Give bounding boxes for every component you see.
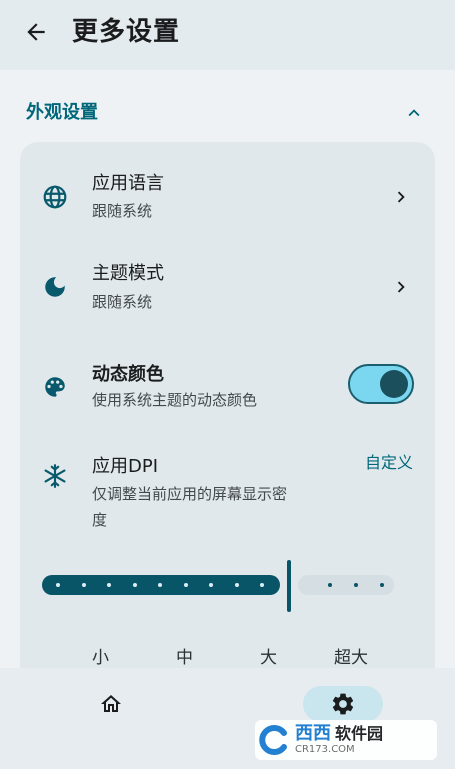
watermark-url: CR173.COM [295,744,355,755]
nav-home[interactable] [71,686,151,722]
dpi-custom-link[interactable]: 自定义 [365,451,413,475]
chevron-up-icon [408,109,420,117]
slider-tick [209,583,213,587]
watermark-name: 软件园 [335,724,384,743]
size-label-large: 大 [260,648,277,668]
watermark-logo: 西西 软件园 CR173.COM [255,720,437,760]
chevron-right-icon [389,185,413,209]
slider-handle[interactable] [287,560,291,612]
snowflake-icon [40,461,70,491]
section-header-appearance[interactable]: 外观设置 [0,92,455,132]
gear-icon [332,693,354,715]
arrow-back-icon [27,23,45,41]
setting-subtitle: 跟随系统 [92,202,153,220]
slider-tick [260,583,264,587]
page-title: 更多设置 [72,17,181,47]
setting-subtitle: 使用系统主题的动态颜色 [92,391,258,409]
setting-app-language[interactable]: 应用语言 跟随系统 [20,142,435,232]
slider-tick [380,583,384,587]
setting-subtitle-line1: 仅调整当前应用的屏幕显示密 [92,485,288,503]
nav-settings[interactable] [303,686,383,722]
slider-tick [107,583,111,587]
dynamic-color-toggle[interactable] [348,364,414,404]
setting-subtitle-line2: 度 [92,511,108,529]
section-title: 外观设置 [26,102,98,123]
size-label-xlarge: 超大 [334,648,368,668]
size-label-medium: 中 [176,648,193,668]
toggle-knob [380,370,408,398]
setting-title: 动态颜色 [92,364,164,385]
slider-tick [183,583,188,587]
dpi-slider[interactable] [42,560,412,620]
setting-theme-mode[interactable]: 主题模式 跟随系统 [20,232,435,322]
watermark-brand: 西西 [295,723,331,744]
chevron-right-icon [389,275,413,299]
palette-icon [40,372,70,402]
setting-subtitle: 跟随系统 [92,293,153,311]
app-root: 更多设置 外观设置 应用语言 跟随系统 主题模式 跟随系统 动态颜色 使用系统主… [0,0,455,769]
slider-tick [234,583,239,587]
slider-tick [354,583,358,587]
slider-tick [81,583,86,587]
slider-tick [56,583,60,587]
top-app-bar: 更多设置 [0,0,455,70]
size-label-small: 小 [92,648,109,668]
back-button[interactable] [18,14,54,50]
setting-title: 主题模式 [92,263,164,284]
settings-content: 外观设置 应用语言 跟随系统 主题模式 跟随系统 动态颜色 使用系统主题的动态颜… [0,70,455,668]
setting-title: 应用DPI [92,456,159,477]
watermark-c-icon [255,720,295,760]
setting-title: 应用语言 [92,173,164,194]
slider-tick [328,583,332,587]
slider-tick [158,583,162,587]
globe-icon [40,182,70,212]
dpi-size-labels: 小 中 大 超大 [0,646,455,668]
watermark-text: 西西 软件园 CR173.COM [295,724,383,756]
home-icon [101,695,121,712]
collapse-button[interactable] [401,100,427,126]
moon-icon [40,272,70,302]
slider-tick [132,583,137,587]
